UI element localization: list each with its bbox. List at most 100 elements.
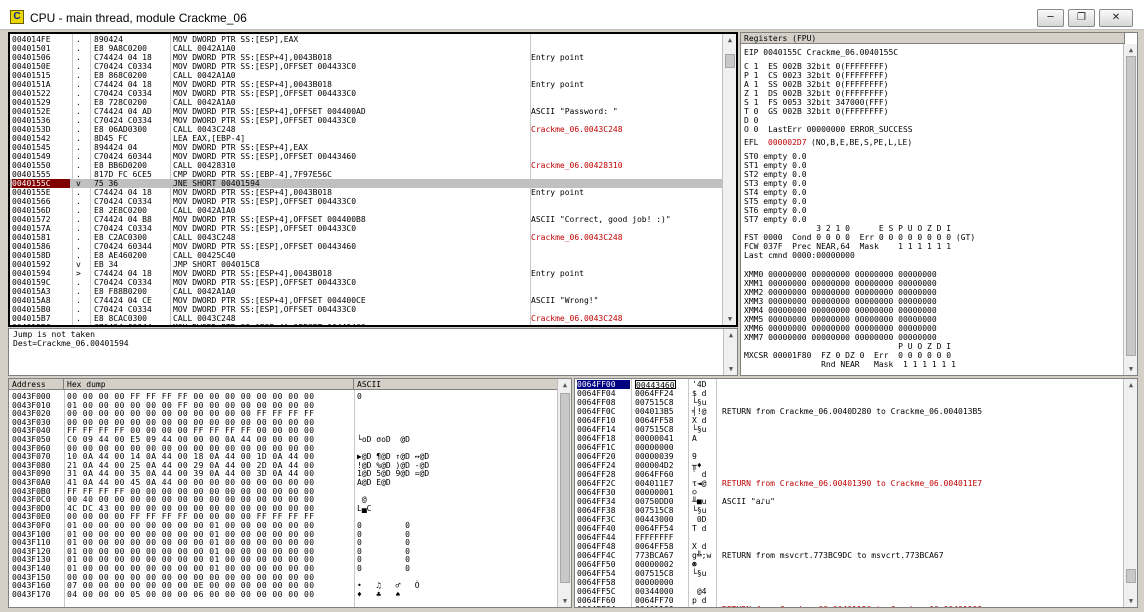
stack-row[interactable]: 0064FF1C 00000000 — [575, 443, 1123, 452]
disasm-command: CALL 00425C40 — [173, 251, 236, 260]
disasm-row[interactable]: 00401545. 894424 04 MOV DWORD PTR SS:[ESP+… — [10, 143, 724, 152]
stack-row[interactable]: 0064FF64 004011?? RETURN from Crackme_06.0… — [575, 605, 1123, 607]
stack-row[interactable]: 0064FF5C 00344000 @4 — [575, 587, 1123, 596]
disasm-row[interactable]: 00401542. 8D45 FC LEA EAX,[EBP-4] — [10, 134, 724, 143]
disasm-row[interactable]: 00401536. C70424 C0334 MOV DWORD PTR SS:[E… — [10, 116, 724, 125]
scroll-thumb[interactable] — [725, 54, 735, 68]
info-scrollbar[interactable]: ▲ ▼ — [723, 329, 737, 375]
stack-row[interactable]: 0064FF3C 00443000 0D — [575, 515, 1123, 524]
dump-hex-header[interactable]: Hex dump — [64, 379, 354, 390]
stack-row[interactable]: 0064FF34 00750DD0 ╨■u ASCII "a♪u" — [575, 497, 1123, 506]
dump-ascii-header[interactable]: ASCII — [354, 379, 559, 390]
disasm-row[interactable]: 00401515. E8 868C0200 CALL 0042A1A0 — [10, 71, 724, 80]
disassembly-pane[interactable]: 004014FE. 890424 MOV DWORD PTR SS:[ESP],EA… — [8, 32, 738, 327]
scroll-thumb[interactable] — [560, 393, 570, 583]
disasm-row[interactable]: 00401522. C70424 C0334 MOV DWORD PTR SS:[E… — [10, 89, 724, 98]
disasm-row[interactable]: 00401501. E8 9A8C0200 CALL 0042A1A0 — [10, 44, 724, 53]
dump-address-header[interactable]: Address — [9, 379, 64, 390]
stack-address: 0064FF4C — [577, 551, 616, 560]
disasm-row[interactable]: 00401592 v EB 34 JMP SHORT 004015C8 — [10, 260, 724, 269]
disasm-row[interactable]: 0040152E. C74424 04 AD MOV DWORD PTR SS:[E… — [10, 107, 724, 116]
stack-row[interactable]: 0064FF0C 004013B5 ╡!@ RETURN from Crackme_0… — [575, 407, 1123, 416]
scroll-up-icon[interactable]: ▲ — [1124, 44, 1137, 56]
scroll-up-icon[interactable]: ▲ — [723, 34, 736, 46]
registers-scrollbar[interactable]: ▲ ▼ — [1123, 44, 1137, 375]
stack-row[interactable]: 0064FF2C 004011E7 τ◄@ RETURN from Crackme_0… — [575, 479, 1123, 488]
scroll-down-icon[interactable]: ▼ — [724, 363, 737, 375]
scroll-down-icon[interactable]: ▼ — [1124, 363, 1137, 375]
disasm-row[interactable]: 0040151A. C74424 04 18 MOV DWORD PTR SS:[E… — [10, 80, 724, 89]
disasm-row[interactable]: 004015BC. C70424 60344 MOV DWORD PTR SS:[E… — [10, 323, 724, 325]
stack-row[interactable]: 0064FF10 0064FF58 X d — [575, 416, 1123, 425]
stack-row[interactable]: 0064FF44 FFFFFFFF — [575, 533, 1123, 542]
dump-scrollbar[interactable]: ▲ ▼ — [557, 379, 571, 607]
disasm-row[interactable]: 00401594 > C74424 04 18 MOV DWORD PTR SS:[E… — [10, 269, 724, 278]
scroll-down-icon[interactable]: ▼ — [558, 595, 571, 607]
disasm-row[interactable]: 004015B7. E8 8CAC0300 CALL 0043C248 Crackme… — [10, 314, 724, 323]
restore-button[interactable]: ❐ — [1068, 9, 1095, 27]
hex-dump-pane[interactable]: Address Hex dump ASCII 0043F000 00 00 00 … — [8, 378, 572, 608]
disasm-row[interactable]: 004015A3. E8 F88B0200 CALL 0042A1A0 — [10, 287, 724, 296]
stack-scrollbar[interactable]: ▲ ▼ — [1123, 379, 1137, 607]
disasm-marker: . — [76, 170, 81, 179]
stack-ascii: ╨■u — [692, 497, 707, 506]
disasm-hex: 817D FC 6CE5 — [94, 170, 152, 179]
scroll-down-icon[interactable]: ▼ — [723, 313, 736, 325]
stack-address: 0064FF38 — [577, 506, 616, 515]
disasm-row[interactable]: 0040157A. C70424 C0334 MOV DWORD PTR SS:[E… — [10, 224, 724, 233]
disasm-row[interactable]: 0040158D. E8 AE460200 CALL 00425C40 — [10, 251, 724, 260]
close-button[interactable]: ✕ — [1099, 9, 1133, 27]
stack-row[interactable]: 0064FF58 00000000 — [575, 578, 1123, 587]
stack-row[interactable]: 0064FF08 007515C8 └§u — [575, 398, 1123, 407]
disasm-row[interactable]: 00401550. E8 BB6D0200 CALL 00428310 Crackme… — [10, 161, 724, 170]
disasm-row[interactable]: 004015B0. C70424 C0334 MOV DWORD PTR SS:[E… — [10, 305, 724, 314]
scroll-up-icon[interactable]: ▲ — [1124, 379, 1137, 391]
scroll-up-icon[interactable]: ▲ — [558, 379, 571, 391]
disasm-row[interactable]: 00401581. E8 C2AC0300 CALL 0043C248 Crackme… — [10, 233, 724, 242]
stack-row[interactable]: 0064FF40 0064FF54 T d — [575, 524, 1123, 533]
registers-pane[interactable]: Registers (FPU) EIP 0040155C Crackme_06.… — [740, 32, 1138, 376]
stack-row[interactable]: 0064FF14 007515C8 └§u — [575, 425, 1123, 434]
scroll-thumb[interactable] — [1126, 56, 1136, 356]
scroll-up-icon[interactable]: ▲ — [724, 329, 737, 341]
scroll-down-icon[interactable]: ▼ — [1124, 595, 1137, 607]
disasm-row[interactable]: 00401529. E8 728C0200 CALL 0042A1A0 — [10, 98, 724, 107]
stack-row[interactable]: 0064FF24 000004D2 ╥♦ — [575, 461, 1123, 470]
scroll-thumb[interactable] — [1126, 569, 1136, 583]
disasm-row[interactable]: 004015A8. C74424 04 CE MOV DWORD PTR SS:[E… — [10, 296, 724, 305]
disasm-row[interactable]: 0040150E. C70424 C0334 MOV DWORD PTR SS:[E… — [10, 62, 724, 71]
stack-row[interactable]: 0064FF50 00000002 ☻ — [575, 560, 1123, 569]
registers-header[interactable]: Registers (FPU) — [741, 33, 1125, 44]
stack-row[interactable]: 0064FF00 00443460 '4D — [575, 380, 1123, 390]
stack-row[interactable]: 0064FF20 00000039 9 — [575, 452, 1123, 461]
disasm-row[interactable]: 00401555. 817D FC 6CE5 CMP DWORD PTR SS:[E… — [10, 170, 724, 179]
disasm-row[interactable]: 00401506. C74424 04 18 MOV DWORD PTR SS:[E… — [10, 53, 724, 62]
disasm-row[interactable]: 0040155E. C74424 04 18 MOV DWORD PTR SS:[E… — [10, 188, 724, 197]
disasm-row[interactable]: 004014FE. 890424 MOV DWORD PTR SS:[ESP],EA… — [10, 35, 724, 44]
disasm-row[interactable]: 0040156D. E8 2E8C0200 CALL 0042A1A0 — [10, 206, 724, 215]
stack-row[interactable]: 0064FF04 0064FF24 $ d — [575, 389, 1123, 398]
disasm-row[interactable]: 00401586. C70424 60344 MOV DWORD PTR SS:[E… — [10, 242, 724, 251]
minimize-button[interactable]: ─ — [1037, 9, 1064, 27]
disasm-row[interactable]: 0040155C v 75 36 JNE SHORT 00401594 — [10, 179, 724, 188]
stack-pane[interactable]: 0064FF00 00443460'4D 0064FF04 0064FF24 $ d 00… — [574, 378, 1138, 608]
stack-row[interactable]: 0064FF48 0064FF58 X d — [575, 542, 1123, 551]
disassembly-scrollbar[interactable]: ▲ ▼ — [722, 34, 736, 325]
stack-row[interactable]: 0064FF54 007515C8 └§u — [575, 569, 1123, 578]
dump-row[interactable]: 0043F170 04 00 00 00 05 00 00 00 06 00 00… — [9, 590, 557, 599]
disasm-row[interactable]: 00401572. C74424 04 B8 MOV DWORD PTR SS:[E… — [10, 215, 724, 224]
stack-row[interactable]: 0064FF18 00000041 A — [575, 434, 1123, 443]
stack-row[interactable]: 0064FF38 007515C8 └§u — [575, 506, 1123, 515]
stack-row[interactable]: 0064FF4C 773BCA67 g╩;w RETURN from msvcrt.7… — [575, 551, 1123, 560]
disasm-row[interactable]: 00401566. C70424 C0334 MOV DWORD PTR SS:[E… — [10, 197, 724, 206]
disasm-row[interactable]: 0040159C. C70424 C0334 MOV DWORD PTR SS:[E… — [10, 278, 724, 287]
disasm-row[interactable]: 00401549. C70424 60344 MOV DWORD PTR SS:[E… — [10, 152, 724, 161]
disasm-hex: E8 728C0200 — [94, 98, 147, 107]
stack-row[interactable]: 0064FF60 0064FF70 p d — [575, 596, 1123, 605]
disasm-marker: . — [76, 62, 81, 71]
stack-value: 00750DD0 — [635, 497, 674, 506]
stack-address: 0064FF14 — [577, 425, 616, 434]
stack-row[interactable]: 0064FF28 0064FF60 ` d — [575, 470, 1123, 479]
disasm-row[interactable]: 0040153D. E8 06AD0300 CALL 0043C248 Crackme… — [10, 125, 724, 134]
stack-row[interactable]: 0064FF30 00000001 ☺ — [575, 488, 1123, 497]
